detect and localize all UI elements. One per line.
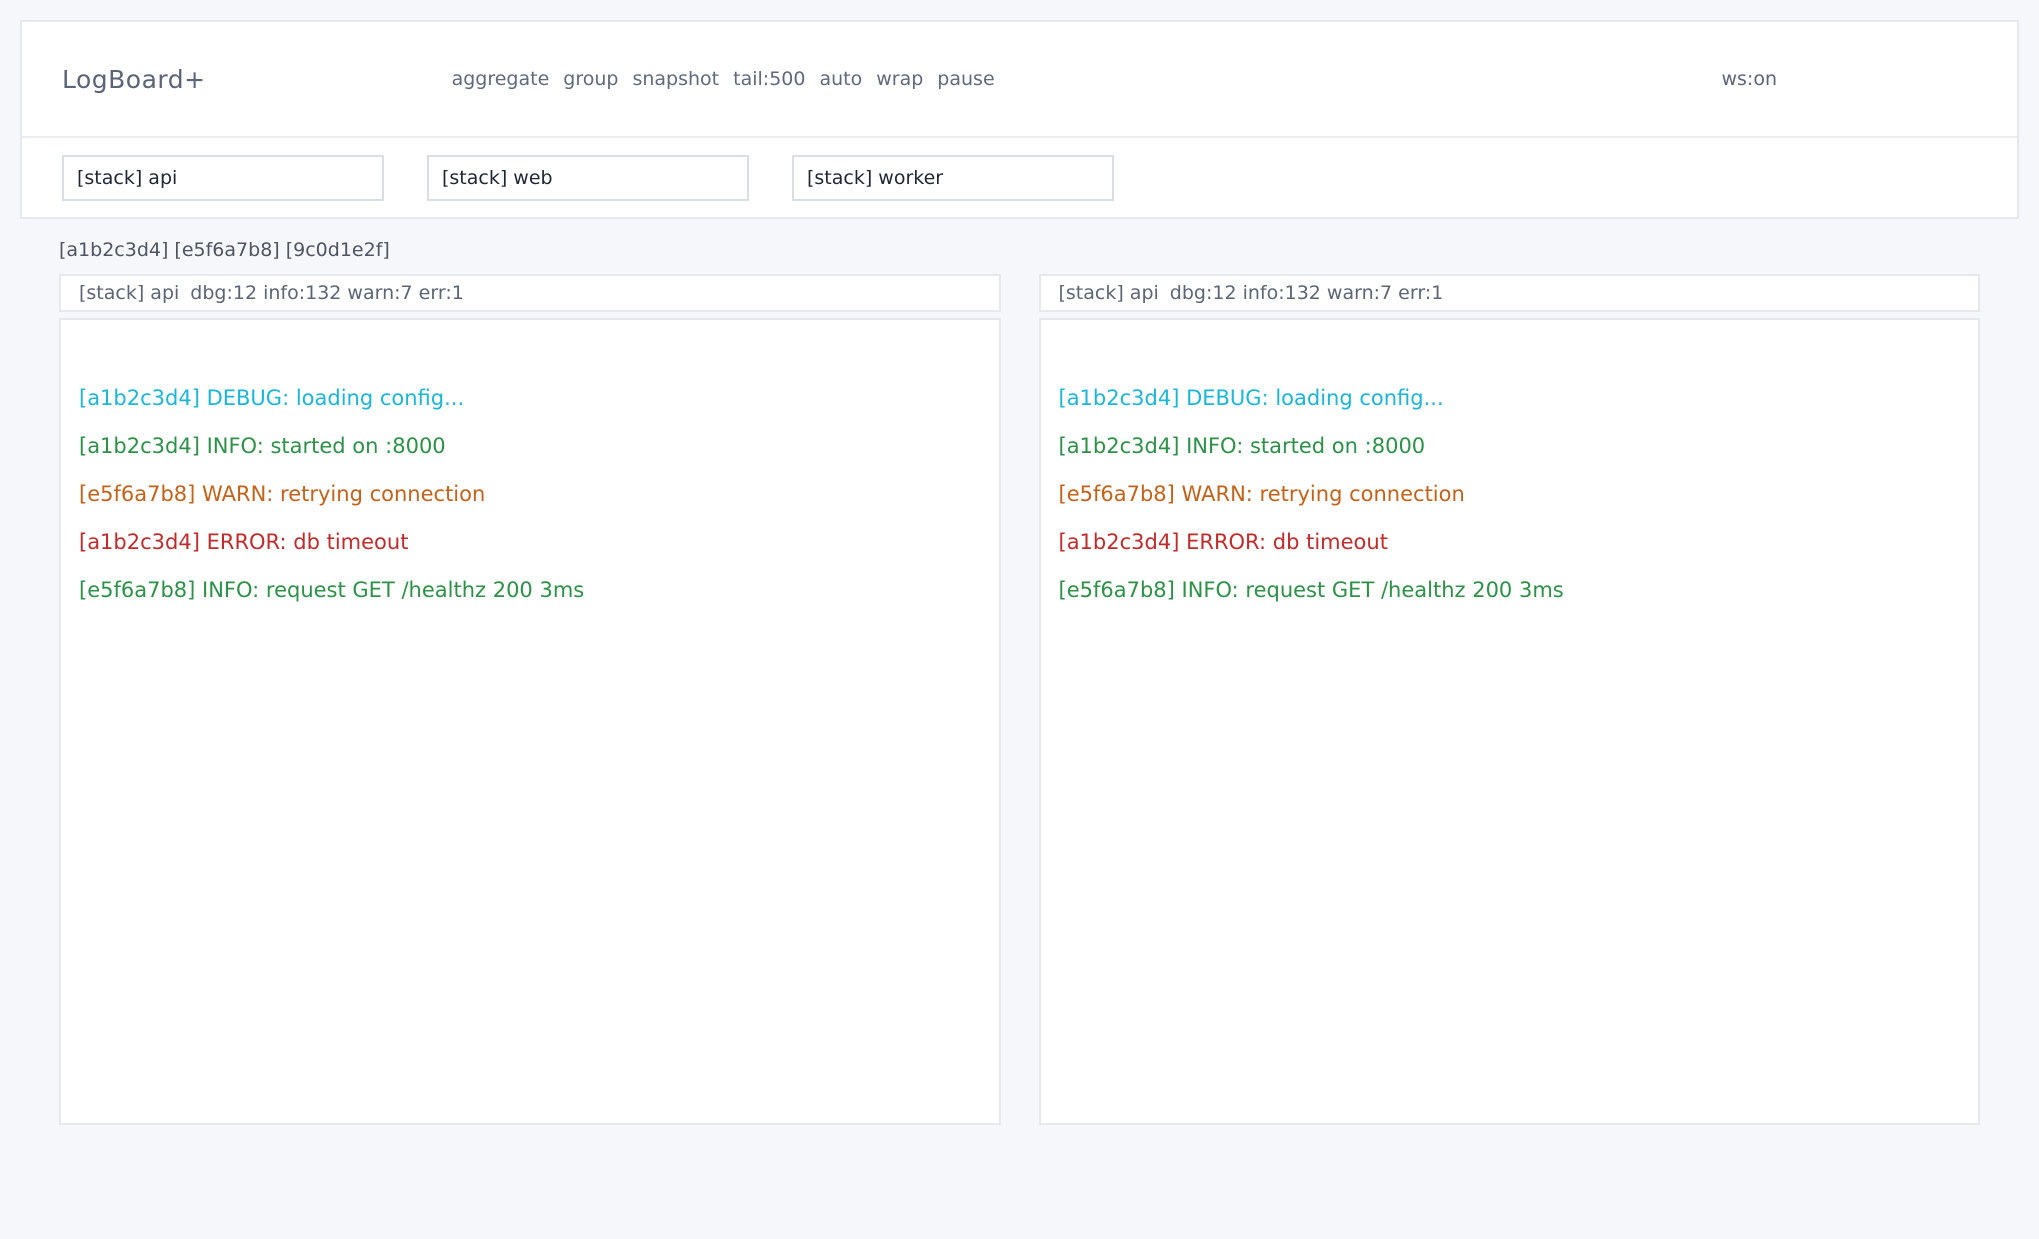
top-card: LogBoard+ aggregate group snapshot tail:… (20, 20, 2019, 219)
log-line: [a1b2c3d4] DEBUG: loading config... (1059, 374, 1961, 422)
panel-header: [stack] api dbg:12 info:132 warn:7 err:1 (1039, 274, 1981, 312)
log-line: [a1b2c3d4] INFO: started on :8000 (1059, 422, 1961, 470)
panel-header: [stack] api dbg:12 info:132 warn:7 err:1 (59, 274, 1001, 312)
log-line: [e5f6a7b8] WARN: retrying connection (1059, 470, 1961, 518)
toolbar-item-aggregate[interactable]: aggregate (452, 68, 550, 90)
toolbar: aggregate group snapshot tail:500 auto w… (452, 68, 995, 90)
log-line: [a1b2c3d4] ERROR: db timeout (1059, 518, 1961, 566)
toolbar-item-pause[interactable]: pause (937, 68, 994, 90)
log-line: [e5f6a7b8] INFO: request GET /healthz 20… (1059, 566, 1961, 614)
filter-input-web[interactable] (427, 155, 749, 201)
main-area: [a1b2c3d4] [e5f6a7b8] [9c0d1e2f] [stack]… (59, 239, 1980, 1125)
log-line: [e5f6a7b8] INFO: request GET /healthz 20… (79, 566, 981, 614)
log-panel-right: [stack] api dbg:12 info:132 warn:7 err:1… (1039, 274, 1981, 1125)
log-line: [a1b2c3d4] INFO: started on :8000 (79, 422, 981, 470)
websocket-status-badge: ws:on (1721, 68, 1777, 90)
toolbar-item-snapshot[interactable]: snapshot (632, 68, 719, 90)
log-line: [e5f6a7b8] WARN: retrying connection (79, 470, 981, 518)
app-title: LogBoard+ (62, 65, 206, 94)
panel-source-label: [stack] api (1059, 282, 1159, 304)
app-header: LogBoard+ aggregate group snapshot tail:… (22, 22, 2017, 138)
page: LogBoard+ aggregate group snapshot tail:… (0, 0, 2039, 1239)
log-panel-left: [stack] api dbg:12 info:132 warn:7 err:1… (59, 274, 1001, 1125)
toolbar-item-wrap[interactable]: wrap (876, 68, 923, 90)
trace-id-list: [a1b2c3d4] [e5f6a7b8] [9c0d1e2f] (59, 239, 1980, 261)
toolbar-item-tail[interactable]: tail:500 (733, 68, 805, 90)
log-line: [a1b2c3d4] DEBUG: loading config... (79, 374, 981, 422)
filter-input-worker[interactable] (792, 155, 1114, 201)
log-viewport[interactable]: [a1b2c3d4] DEBUG: loading config... [a1b… (59, 318, 1001, 1125)
log-line: [a1b2c3d4] ERROR: db timeout (79, 518, 981, 566)
panel-level-counts: dbg:12 info:132 warn:7 err:1 (190, 282, 464, 304)
toolbar-item-group[interactable]: group (563, 68, 618, 90)
filter-row (22, 138, 2017, 217)
log-viewport[interactable]: [a1b2c3d4] DEBUG: loading config... [a1b… (1039, 318, 1981, 1125)
toolbar-item-auto[interactable]: auto (819, 68, 862, 90)
filter-input-api[interactable] (62, 155, 384, 201)
panel-source-label: [stack] api (79, 282, 179, 304)
log-panels: [stack] api dbg:12 info:132 warn:7 err:1… (59, 274, 1980, 1125)
panel-level-counts: dbg:12 info:132 warn:7 err:1 (1170, 282, 1444, 304)
